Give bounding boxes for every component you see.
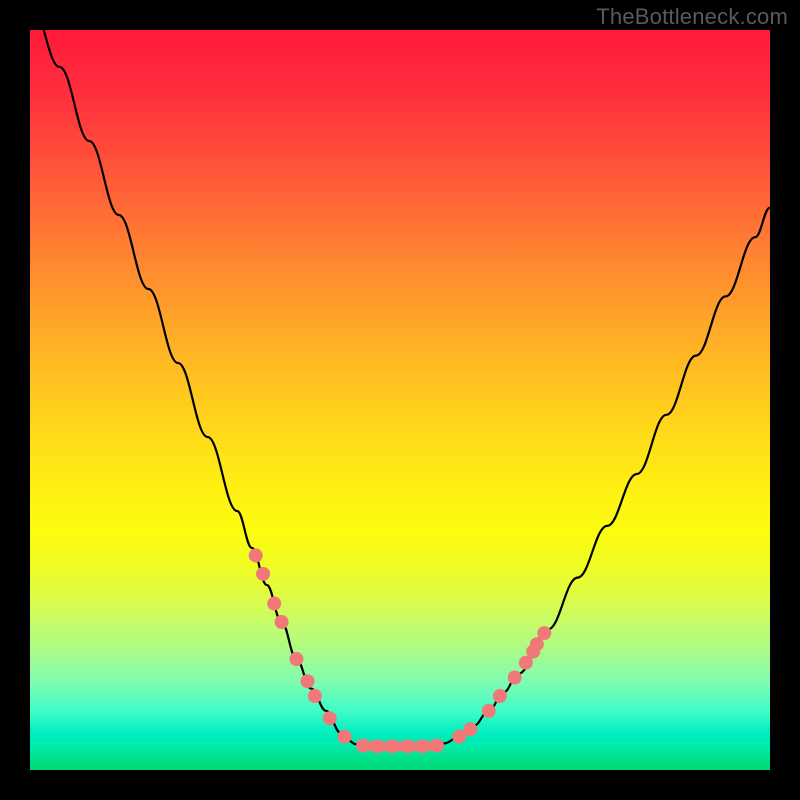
data-dot (249, 548, 263, 562)
data-dot (338, 730, 352, 744)
data-dot (371, 739, 385, 753)
curve-svg (30, 30, 770, 770)
data-dot (267, 597, 281, 611)
data-dot (289, 652, 303, 666)
data-dot (308, 689, 322, 703)
data-dot (356, 739, 370, 753)
chart-container: TheBottleneck.com (0, 0, 800, 800)
scatter-dots (249, 548, 552, 753)
data-dot (256, 567, 270, 581)
left-curve (30, 30, 363, 746)
data-dot (508, 671, 522, 685)
data-dot (415, 739, 429, 753)
data-dot (463, 722, 477, 736)
data-dot (275, 615, 289, 629)
data-dot (482, 704, 496, 718)
data-dot (386, 739, 400, 753)
data-dot (493, 689, 507, 703)
plot-area (30, 30, 770, 770)
data-dot (323, 711, 337, 725)
right-curve (437, 208, 770, 746)
data-dot (430, 739, 444, 753)
curve-group (30, 30, 770, 746)
data-dot (301, 674, 315, 688)
data-dot (400, 739, 414, 753)
watermark-text: TheBottleneck.com (596, 4, 788, 30)
data-dot (537, 626, 551, 640)
